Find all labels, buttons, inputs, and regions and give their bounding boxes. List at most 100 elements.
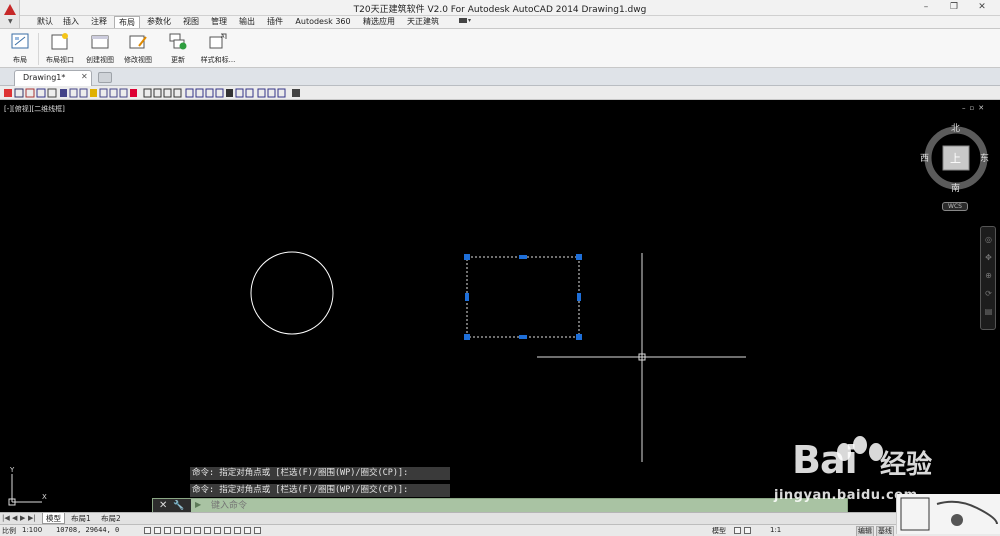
orbit-icon[interactable]: ⟳ xyxy=(984,289,993,298)
watermark-cn: 经验 xyxy=(880,450,933,480)
scale-label: 比例 xyxy=(2,527,16,535)
command-history-line: 命令: 指定对角点或 [栏选(F)/圈围(WP)/圈交(CP)]: xyxy=(190,484,450,497)
style-icon: A xyxy=(209,33,227,49)
edit-button[interactable]: 编辑 xyxy=(856,526,874,536)
showmotion-icon[interactable]: ▤ xyxy=(984,307,993,316)
first-layout-button[interactable]: |◀ xyxy=(2,514,10,522)
grip[interactable] xyxy=(464,334,470,340)
prompt-icon: ▶ xyxy=(195,500,202,509)
viewport-label[interactable]: [-][俯视][二维线框] xyxy=(4,104,65,114)
lineweight-toggle[interactable] xyxy=(224,527,231,534)
baseline-button[interactable]: 基线 xyxy=(876,526,894,536)
window-title: T20天正建筑软件 V2.0 For Autodesk AutoCAD 2014… xyxy=(353,5,647,15)
close-icon[interactable]: ✕ xyxy=(81,72,88,81)
style-and-standards-button[interactable]: A 样式和标... xyxy=(198,31,238,67)
layout-button-label: 布局 xyxy=(13,56,27,64)
create-view-button[interactable]: 创建视图 xyxy=(82,31,118,67)
steering-wheel-icon[interactable]: ◎ xyxy=(984,235,993,244)
minimize-button[interactable]: – xyxy=(912,0,940,16)
panel-toggle-icon xyxy=(459,18,471,23)
viewport-icon xyxy=(51,33,68,50)
document-tab-label: Drawing1* xyxy=(23,73,66,82)
stamp-icon xyxy=(900,497,998,531)
close-icon[interactable]: ✕ xyxy=(159,499,167,513)
document-tab-drawing1[interactable]: Drawing1* ✕ xyxy=(14,70,92,86)
annotation-scale-dropdown[interactable]: 1:1 xyxy=(770,526,781,534)
viewcube[interactable]: 北 南 东 西 上 xyxy=(920,121,994,196)
update-icon xyxy=(169,33,187,50)
new-drawing-tab-button[interactable] xyxy=(98,72,112,83)
ucs-icon: Y X xyxy=(8,466,47,506)
viewport-controls[interactable]: –▫✕ xyxy=(962,104,988,112)
command-line-controls: ✕ 🔧 xyxy=(153,499,191,513)
dyn-toggle[interactable] xyxy=(214,527,221,534)
modify-view-label: 修改视图 xyxy=(124,56,152,64)
close-button[interactable]: ✕ xyxy=(968,0,996,16)
snap-toggle[interactable] xyxy=(144,527,151,534)
midpoint-grip[interactable] xyxy=(577,293,581,301)
grip[interactable] xyxy=(576,254,582,260)
pan-icon[interactable]: ✥ xyxy=(984,253,993,262)
layout-icon xyxy=(11,33,29,49)
modify-view-icon xyxy=(129,35,147,49)
layout-tab-model[interactable]: 模型 xyxy=(42,513,65,524)
viewcube-south[interactable]: 南 xyxy=(951,181,960,194)
application-menu-button[interactable]: ▼ xyxy=(0,0,20,28)
quick-view-layouts-icon[interactable] xyxy=(734,527,741,534)
next-layout-button[interactable]: ▶ xyxy=(20,514,25,522)
grip[interactable] xyxy=(464,254,470,260)
svg-text:A: A xyxy=(221,34,225,40)
ribbon-separator xyxy=(38,33,39,65)
quick-properties-toggle[interactable] xyxy=(244,527,251,534)
transparency-toggle[interactable] xyxy=(234,527,241,534)
polar-toggle[interactable] xyxy=(174,527,181,534)
selected-rectangle[interactable] xyxy=(466,256,580,338)
maximize-button[interactable]: ❐ xyxy=(940,0,968,16)
layout-viewport-button[interactable]: 布局视口 xyxy=(42,31,78,67)
wrench-icon[interactable]: 🔧 xyxy=(173,499,184,513)
otrack-toggle[interactable] xyxy=(194,527,201,534)
previous-layout-button[interactable]: ◀ xyxy=(12,514,17,522)
last-layout-button[interactable]: ▶| xyxy=(28,514,36,522)
create-view-label: 创建视图 xyxy=(86,56,114,64)
tianzheng-toolbar xyxy=(0,86,1000,100)
document-tab-bar: Drawing1* ✕ xyxy=(0,68,1000,86)
selection-cycling-toggle[interactable] xyxy=(254,527,261,534)
title-bar: T20天正建筑软件 V2.0 For Autodesk AutoCAD 2014… xyxy=(0,0,1000,16)
ducs-toggle[interactable] xyxy=(204,527,211,534)
coordinate-display[interactable]: 10708, 29644, 0 xyxy=(56,526,119,534)
ucs-x-label: X xyxy=(42,493,47,501)
quick-view-drawings-icon[interactable] xyxy=(744,527,751,534)
ribbon-panel: 布局 布局视口 创建视图 修改视图 更新 A 样式和标... xyxy=(0,28,1000,68)
create-view-icon xyxy=(91,35,109,49)
update-button[interactable]: 更新 xyxy=(162,31,194,67)
modify-view-button[interactable]: 修改视图 xyxy=(120,31,156,67)
grip[interactable] xyxy=(576,334,582,340)
zoom-icon[interactable]: ⊕ xyxy=(984,271,993,280)
midpoint-grip[interactable] xyxy=(519,255,527,259)
drawn-circle[interactable] xyxy=(250,251,334,335)
osnap-toggle[interactable] xyxy=(184,527,191,534)
viewcube-north[interactable]: 北 xyxy=(951,121,960,134)
midpoint-grip[interactable] xyxy=(465,293,469,301)
scale-dropdown[interactable]: 1:100 xyxy=(22,526,42,534)
toolbar-icons xyxy=(4,88,300,98)
chevron-down-icon: ▼ xyxy=(8,18,13,25)
layout-tab-1[interactable]: 布局1 xyxy=(68,513,94,524)
viewcube-top-face[interactable]: 上 xyxy=(950,150,961,166)
update-label: 更新 xyxy=(171,56,185,64)
command-input[interactable] xyxy=(211,499,771,513)
navigation-bar: ◎ ✥ ⊕ ⟳ ▤ xyxy=(980,226,996,330)
model-space-button[interactable]: 模型 xyxy=(712,526,726,536)
midpoint-grip[interactable] xyxy=(519,335,527,339)
layout-viewport-label: 布局视口 xyxy=(46,56,74,64)
viewcube-west[interactable]: 西 xyxy=(920,151,929,164)
viewcube-east[interactable]: 东 xyxy=(980,151,989,164)
layout-button[interactable]: 布局 xyxy=(4,31,36,67)
wcs-menu[interactable]: WCS xyxy=(942,202,968,211)
grid-toggle[interactable] xyxy=(154,527,161,534)
watermark-brand: Bai xyxy=(792,438,858,482)
layout-tab-2[interactable]: 布局2 xyxy=(98,513,124,524)
ortho-toggle[interactable] xyxy=(164,527,171,534)
command-history-line: 命令: 指定对角点或 [栏选(F)/圈围(WP)/圈交(CP)]: xyxy=(190,467,450,480)
